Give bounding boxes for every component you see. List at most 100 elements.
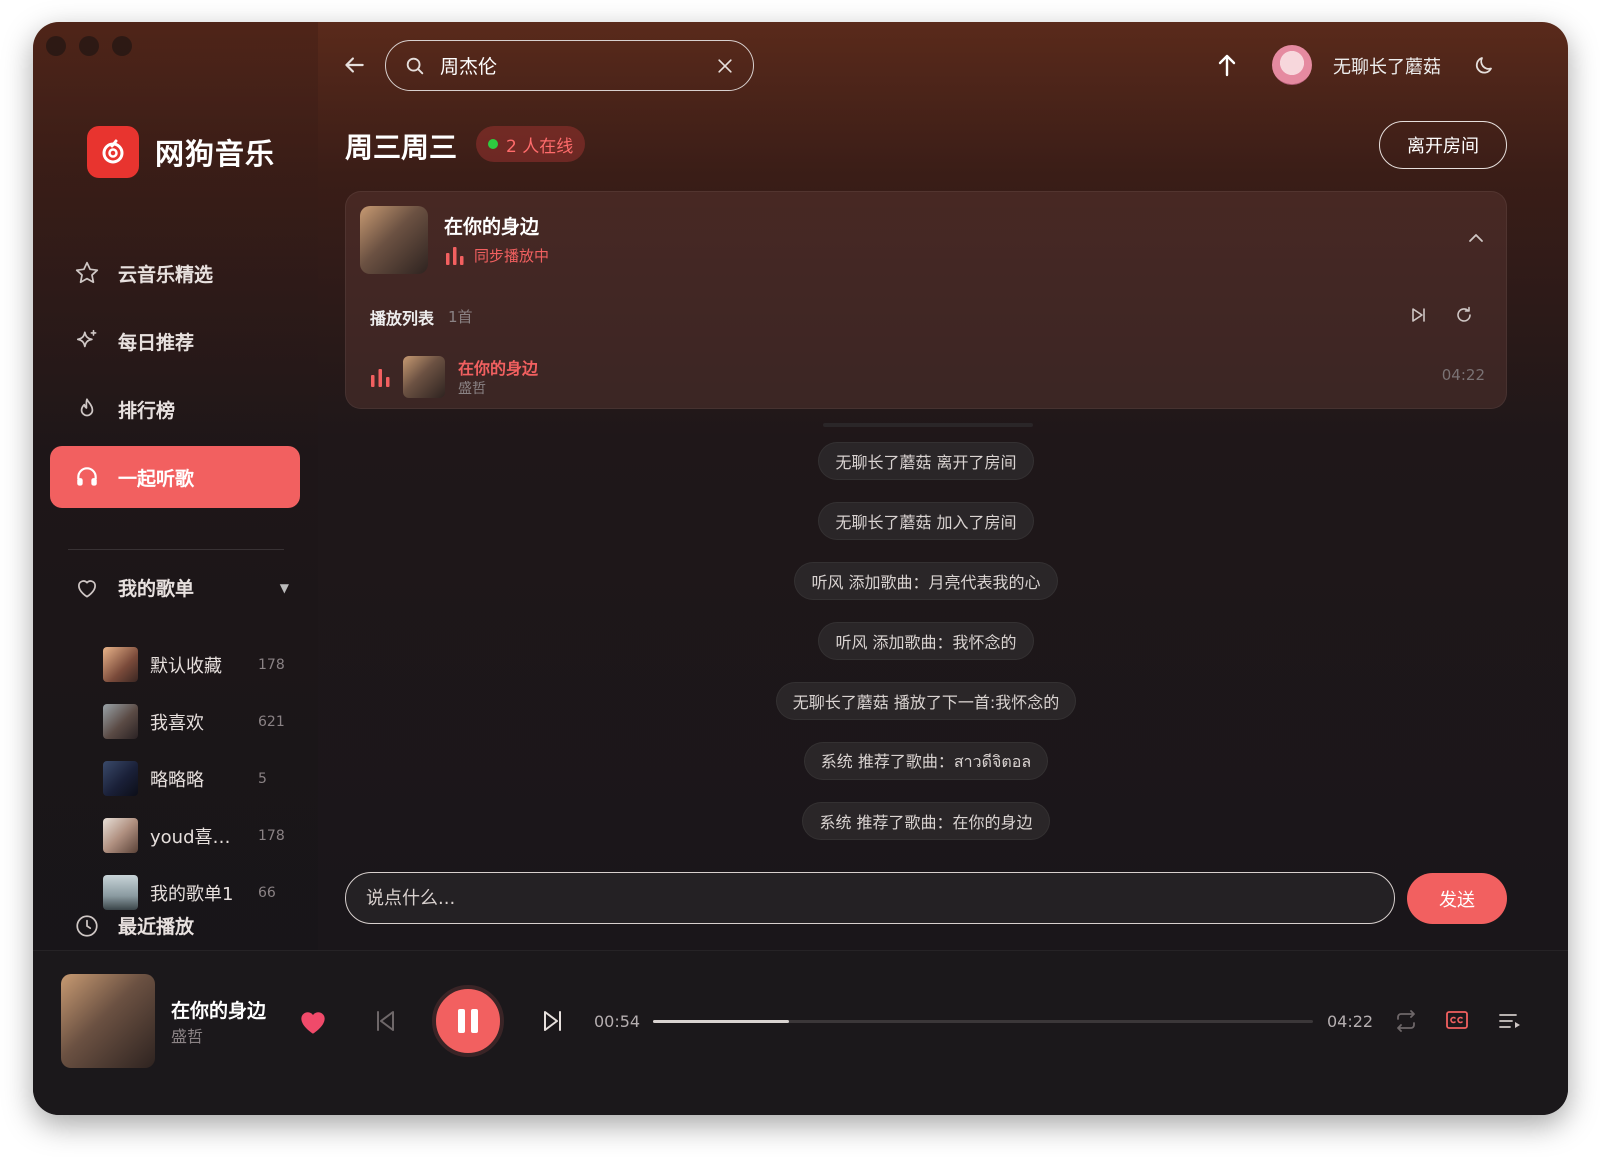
playlist-count: 178 [258, 656, 285, 673]
system-message: 无聊长了蘑菇 播放了下一首:我怀念的 [775, 682, 1077, 720]
system-message: 系统 推荐了歌曲：สาวดีจิตอล [803, 742, 1049, 780]
playlist-track-row[interactable]: 在你的身边 盛哲 04:22 [370, 352, 1485, 398]
skip-next-icon[interactable] [1408, 305, 1428, 325]
clock-icon [76, 914, 98, 937]
nav-item-charts[interactable]: 排行榜 [50, 378, 300, 440]
sync-status-label: 同步播放中 [474, 246, 550, 265]
nav-item-label: 一起听歌 [118, 467, 195, 490]
app-name: 网狗音乐 [155, 137, 276, 171]
nav-item-label: 云音乐精选 [118, 263, 214, 286]
nav-item-listen-together[interactable]: 一起听歌 [50, 446, 300, 508]
online-status-badge: 2 人在线 [476, 126, 586, 162]
playlist-cover [103, 875, 138, 910]
search-input[interactable] [440, 54, 715, 77]
card-song-title: 在你的身边 [444, 216, 540, 238]
playlist-name: 我的歌单1 [150, 883, 234, 905]
send-button[interactable]: 发送 [1407, 873, 1507, 924]
room-messages: 无聊长了蘑菇 离开了房间 无聊长了蘑菇 加入了房间 听风 添加歌曲：月亮代表我的… [345, 442, 1507, 862]
logo-icon [87, 126, 139, 178]
main-nav: 云音乐精选 每日推荐 排行榜 一起听歌 [50, 242, 300, 514]
player-bar: 在你的身边 盛哲 00:54 04:22 [33, 950, 1568, 1115]
sidebar-divider [68, 549, 284, 550]
playlist-item[interactable]: 我喜欢 621 [103, 693, 288, 750]
album-cover [360, 206, 428, 274]
user-avatar[interactable] [1272, 45, 1312, 85]
playlist-count: 66 [258, 884, 276, 901]
queue-list-icon[interactable] [1497, 1009, 1523, 1033]
scrolled-message-stub [823, 423, 1033, 427]
system-message: 无聊长了蘑菇 离开了房间 [818, 442, 1034, 480]
playlist-cover [103, 647, 138, 682]
playlist-label: 播放列表 [370, 309, 435, 328]
track-artist: 盛哲 [458, 381, 486, 397]
now-playing-card: 在你的身边 同步播放中 播放列表 1首 在你的身边 盛哲 04:22 [345, 191, 1507, 409]
online-count: 2 人在线 [506, 136, 574, 157]
repeat-icon[interactable] [1393, 1008, 1419, 1034]
heart-outline-icon [78, 579, 96, 598]
player-artist[interactable]: 盛哲 [171, 1023, 203, 1047]
back-arrow-icon[interactable] [341, 52, 367, 78]
search-box[interactable] [385, 40, 754, 91]
playlist-count: 178 [258, 827, 285, 844]
skip-previous-icon[interactable] [373, 1008, 399, 1034]
system-message: 听风 添加歌曲：我怀念的 [818, 622, 1034, 660]
playlist-name: 默认收藏 [150, 655, 222, 677]
system-message: 系统 推荐了歌曲：在你的身边 [802, 802, 1050, 840]
system-message: 听风 添加歌曲：月亮代表我的心 [794, 562, 1058, 600]
progress-bar[interactable] [653, 1020, 1313, 1023]
flame-icon [80, 398, 94, 417]
search-icon [406, 57, 424, 74]
app-logo[interactable]: 网狗音乐 [87, 126, 275, 178]
playlist-cover [103, 761, 138, 796]
sidebar: 网狗音乐 云音乐精选 每日推荐 排行榜 一起听歌 我的歌单 ▼ 默认收藏 178… [33, 22, 318, 972]
playlist-item[interactable]: 略略略 5 [103, 750, 288, 807]
playlist-track-count: 1首 [448, 308, 473, 326]
nav-item-label: 排行榜 [118, 399, 176, 422]
playlist-item[interactable]: youd喜… 178 [103, 807, 288, 864]
equalizer-icon [446, 247, 464, 265]
playlist-count: 5 [258, 770, 267, 787]
playlist-item[interactable]: 默认收藏 178 [103, 636, 288, 693]
my-playlists-header[interactable]: 我的歌单 ▼ [74, 574, 289, 601]
nav-item-label: 每日推荐 [118, 331, 195, 354]
star-icon [75, 261, 99, 284]
playlist-cover [103, 818, 138, 853]
track-cover [403, 356, 445, 398]
sparkle-icon [76, 329, 97, 348]
playing-bars-icon [371, 369, 390, 387]
player-album-cover[interactable] [61, 974, 155, 1068]
skip-next-icon[interactable] [539, 1008, 565, 1034]
chevron-up-icon[interactable] [1466, 228, 1486, 248]
nav-item-featured[interactable]: 云音乐精选 [50, 242, 300, 304]
pause-icon [458, 1009, 478, 1033]
subtitles-icon[interactable] [1445, 1009, 1469, 1031]
upload-arrow-icon[interactable] [1215, 52, 1239, 78]
system-message: 无聊长了蘑菇 加入了房间 [818, 502, 1034, 540]
playlist-name: 我喜欢 [150, 712, 204, 734]
playlist-list: 默认收藏 178 我喜欢 621 略略略 5 youd喜… 178 我的歌单1 [103, 636, 288, 921]
current-time: 00:54 [594, 1012, 641, 1031]
total-time: 04:22 [1327, 1012, 1374, 1031]
playlist-count: 621 [258, 713, 285, 730]
leave-room-button[interactable]: 离开房间 [1379, 121, 1507, 169]
nav-item-recent[interactable]: 最近播放 [74, 912, 194, 939]
moon-icon[interactable] [1473, 53, 1497, 77]
chat-input[interactable] [345, 872, 1395, 924]
pause-button[interactable] [432, 985, 504, 1057]
heart-filled-icon[interactable] [299, 1009, 327, 1035]
room-title: 周三周三 [345, 131, 458, 164]
nav-item-daily[interactable]: 每日推荐 [50, 310, 300, 372]
player-song-title[interactable]: 在你的身边 [171, 996, 266, 1023]
username[interactable]: 无聊长了蘑菇 [1333, 53, 1441, 79]
track-duration: 04:22 [1441, 366, 1485, 384]
track-name: 在你的身边 [458, 359, 539, 378]
progress-fill [653, 1020, 789, 1023]
caret-down-icon[interactable]: ▼ [280, 581, 289, 595]
app-window: 网狗音乐 云音乐精选 每日推荐 排行榜 一起听歌 我的歌单 ▼ 默认收藏 178… [33, 22, 1568, 1115]
playlist-name: youd喜… [150, 826, 231, 848]
playlist-cover [103, 704, 138, 739]
online-dot-icon [488, 139, 498, 149]
clear-search-icon[interactable] [715, 56, 735, 76]
refresh-icon[interactable] [1454, 305, 1474, 325]
my-playlists-label: 我的歌单 [118, 578, 195, 600]
